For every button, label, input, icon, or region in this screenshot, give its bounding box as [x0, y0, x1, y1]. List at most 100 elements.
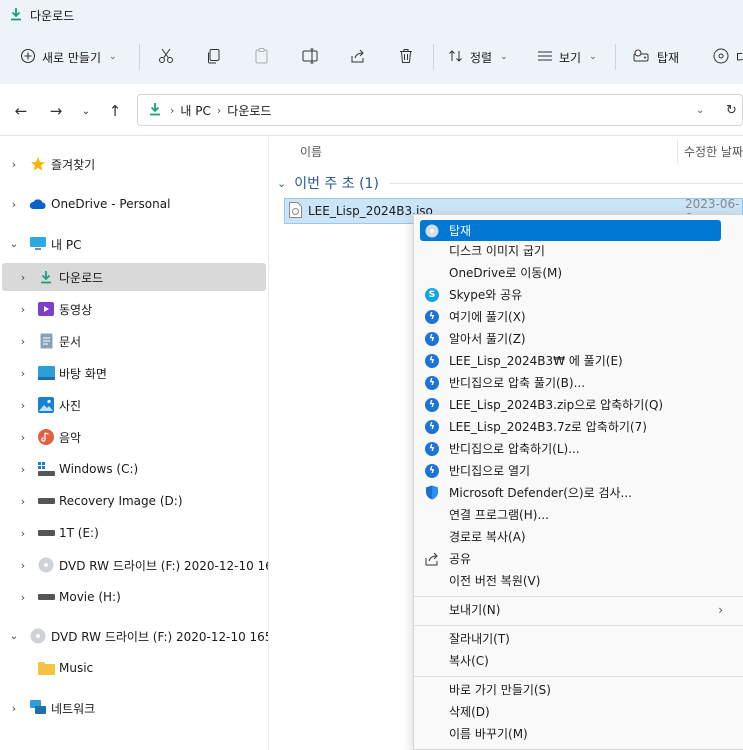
chevron-right-icon[interactable]: › [17, 527, 29, 540]
breadcrumb-this-pc[interactable]: 내 PC [180, 102, 210, 119]
address-row: ← → ⌄ ↑ › 내 PC › 다운로드 ⌄ ↻ [0, 84, 743, 136]
arrow-up-icon: ↑ [108, 102, 122, 120]
column-header-modified[interactable]: 수정한 날짜 [684, 143, 743, 160]
menu-item-share[interactable]: 공유 [420, 548, 721, 569]
menu-item-compress-zip[interactable]: ϟ LEE_Lisp_2024B3.zip으로 압축하기(Q) [420, 394, 721, 415]
menu-item-send-to[interactable]: 보내기(N) › [420, 599, 723, 620]
breadcrumb-downloads[interactable]: 다운로드 [227, 102, 271, 119]
mount-toolbar-button[interactable]: 탑재 [633, 44, 679, 70]
sidebar-item-drive-f[interactable]: › DVD RW 드라이브 (F:) 2020-12-10 16 [0, 551, 268, 579]
bandizip-icon: ϟ [424, 331, 440, 347]
chevron-right-icon[interactable]: › [17, 591, 29, 604]
view-button[interactable]: 보기 ⌄ [537, 44, 597, 70]
share-toolbar-button[interactable] [349, 44, 367, 70]
chevron-right-icon[interactable]: › [17, 367, 29, 380]
menu-separator [414, 676, 743, 677]
menu-item-mount[interactable]: 탑재 [420, 220, 721, 241]
chevron-right-icon[interactable]: › [8, 198, 20, 211]
sidebar-item-network[interactable]: › 네트워크 [0, 694, 268, 722]
menu-item-copy-as-path[interactable]: 경로로 복사(A) [420, 526, 721, 547]
navigation-pane: › 즐겨찾기 › OneDrive - Personal ⌄ 내 PC › 다운… [0, 137, 268, 750]
new-button[interactable]: 새로 만들기 ⌄ [20, 44, 117, 70]
chevron-right-icon[interactable]: › [17, 271, 29, 284]
sidebar-item-dvd-root[interactable]: ⌄ DVD RW 드라이브 (F:) 2020-12-10 165 [0, 622, 268, 650]
menu-item-open-with-bandizip[interactable]: ϟ 반디집으로 열기 [420, 460, 721, 481]
copy-button[interactable] [205, 44, 223, 70]
menu-item-defender-scan[interactable]: Microsoft Defender(으)로 검사... [420, 482, 721, 503]
sort-button[interactable]: 정렬 ⌄ [448, 44, 508, 70]
cut-button[interactable] [157, 44, 175, 70]
column-divider[interactable] [677, 139, 678, 163]
sidebar-item-desktop[interactable]: › 바탕 화면 [0, 359, 268, 387]
chevron-right-icon[interactable]: › [8, 158, 20, 171]
chevron-right-icon: › [216, 103, 222, 117]
menu-item-extract-with-bandizip[interactable]: ϟ 반디집으로 압축 풀기(B)... [420, 372, 721, 393]
star-icon [29, 156, 47, 172]
address-dropdown-icon[interactable]: ⌄ [696, 105, 704, 116]
back-button[interactable]: ← [10, 100, 32, 122]
up-button[interactable]: ↑ [104, 100, 126, 122]
menu-separator [414, 625, 743, 626]
refresh-icon[interactable]: ↻ [726, 103, 737, 118]
chevron-down-icon: ⌄ [589, 52, 597, 62]
sidebar-item-videos[interactable]: › 동영상 [0, 295, 268, 323]
scissors-icon [157, 47, 175, 68]
recent-locations-button[interactable]: ⌄ [75, 100, 97, 122]
chevron-right-icon[interactable]: › [17, 463, 29, 476]
sidebar-item-downloads[interactable]: › 다운로드 [2, 263, 266, 291]
chevron-down-icon: ⌄ [109, 52, 117, 62]
menu-item-compress-with-bandizip[interactable]: ϟ 반디집으로 압축하기(L)... [420, 438, 721, 459]
sidebar-item-drive-h[interactable]: › Movie (H:) [0, 583, 268, 611]
menu-separator [414, 596, 743, 597]
menu-item-share-skype[interactable]: S Skype와 공유 [420, 284, 721, 305]
chevron-down-icon[interactable]: ⌄ [8, 239, 20, 250]
sidebar-item-this-pc[interactable]: ⌄ 내 PC [0, 230, 268, 258]
menu-item-open-with[interactable]: 연결 프로그램(H)... [420, 504, 721, 525]
sidebar-item-documents[interactable]: › 문서 [0, 327, 268, 355]
menu-item-delete[interactable]: 삭제(D) [420, 701, 721, 722]
group-header[interactable]: ⌄ 이번 주 초 (1) [277, 173, 379, 193]
paste-button[interactable] [253, 44, 271, 70]
chevron-down-icon[interactable]: ⌄ [8, 631, 20, 642]
menu-item-restore-previous[interactable]: 이전 버전 복원(V) [420, 570, 721, 591]
menu-item-compress-7z[interactable]: ϟ LEE_Lisp_2024B3.7z로 압축하기(7) [420, 416, 721, 437]
delete-button[interactable] [397, 44, 415, 70]
menu-item-copy[interactable]: 복사(C) [420, 650, 721, 671]
menu-item-burn-disc-image[interactable]: 디스크 이미지 굽기 [420, 240, 721, 261]
chevron-right-icon[interactable]: › [17, 303, 29, 316]
menu-item-extract-to-folder[interactable]: ϟ LEE_Lisp_2024B3₩ 에 풀기(E) [420, 350, 721, 371]
sidebar-item-music[interactable]: › 음악 [0, 423, 268, 451]
menu-item-extract-here[interactable]: ϟ 여기에 풀기(X) [420, 306, 721, 327]
chevron-right-icon[interactable]: › [17, 335, 29, 348]
sidebar-item-drive-e[interactable]: › 1T (E:) [0, 519, 268, 547]
sidebar-item-pictures[interactable]: › 사진 [0, 391, 268, 419]
clipboard-icon [253, 47, 271, 68]
menu-item-rename[interactable]: 이름 바꾸기(M) [420, 723, 721, 744]
sidebar-item-music-folder[interactable]: Music [0, 654, 268, 682]
menu-item-create-shortcut[interactable]: 바로 가기 만들기(S) [420, 679, 721, 700]
sidebar-item-onedrive[interactable]: › OneDrive - Personal [0, 190, 268, 218]
chevron-right-icon[interactable]: › [17, 495, 29, 508]
more-button[interactable]: 다 [712, 44, 743, 70]
chevron-right-icon[interactable]: › [17, 559, 29, 572]
chevron-right-icon[interactable]: › [17, 399, 29, 412]
rename-button[interactable] [301, 44, 319, 70]
menu-item-move-to-onedrive[interactable]: OneDrive로 이동(M) [420, 262, 721, 283]
address-bar[interactable]: › 내 PC › 다운로드 ⌄ ↻ [137, 94, 743, 126]
sidebar-item-drive-c[interactable]: › Windows (C:) [0, 455, 268, 483]
windows-drive-icon [37, 461, 55, 477]
sidebar-item-drive-d[interactable]: › Recovery Image (D:) [0, 487, 268, 515]
forward-button[interactable]: → [45, 100, 67, 122]
bandizip-icon: ϟ [424, 419, 440, 435]
sidebar-item-favorites[interactable]: › 즐겨찾기 [0, 150, 268, 178]
column-header-name[interactable]: 이름 [300, 143, 322, 160]
arrow-right-icon: → [49, 102, 63, 120]
share-icon [349, 47, 367, 68]
menu-item-cut[interactable]: 잘라내기(T) [420, 628, 721, 649]
chevron-right-icon: › [170, 103, 175, 117]
menu-item-smart-extract[interactable]: ϟ 알아서 풀기(Z) [420, 328, 721, 349]
chevron-right-icon[interactable]: › [17, 431, 29, 444]
chevron-right-icon[interactable]: › [8, 702, 20, 715]
folder-icon [37, 660, 55, 676]
dvd-icon [37, 557, 55, 573]
